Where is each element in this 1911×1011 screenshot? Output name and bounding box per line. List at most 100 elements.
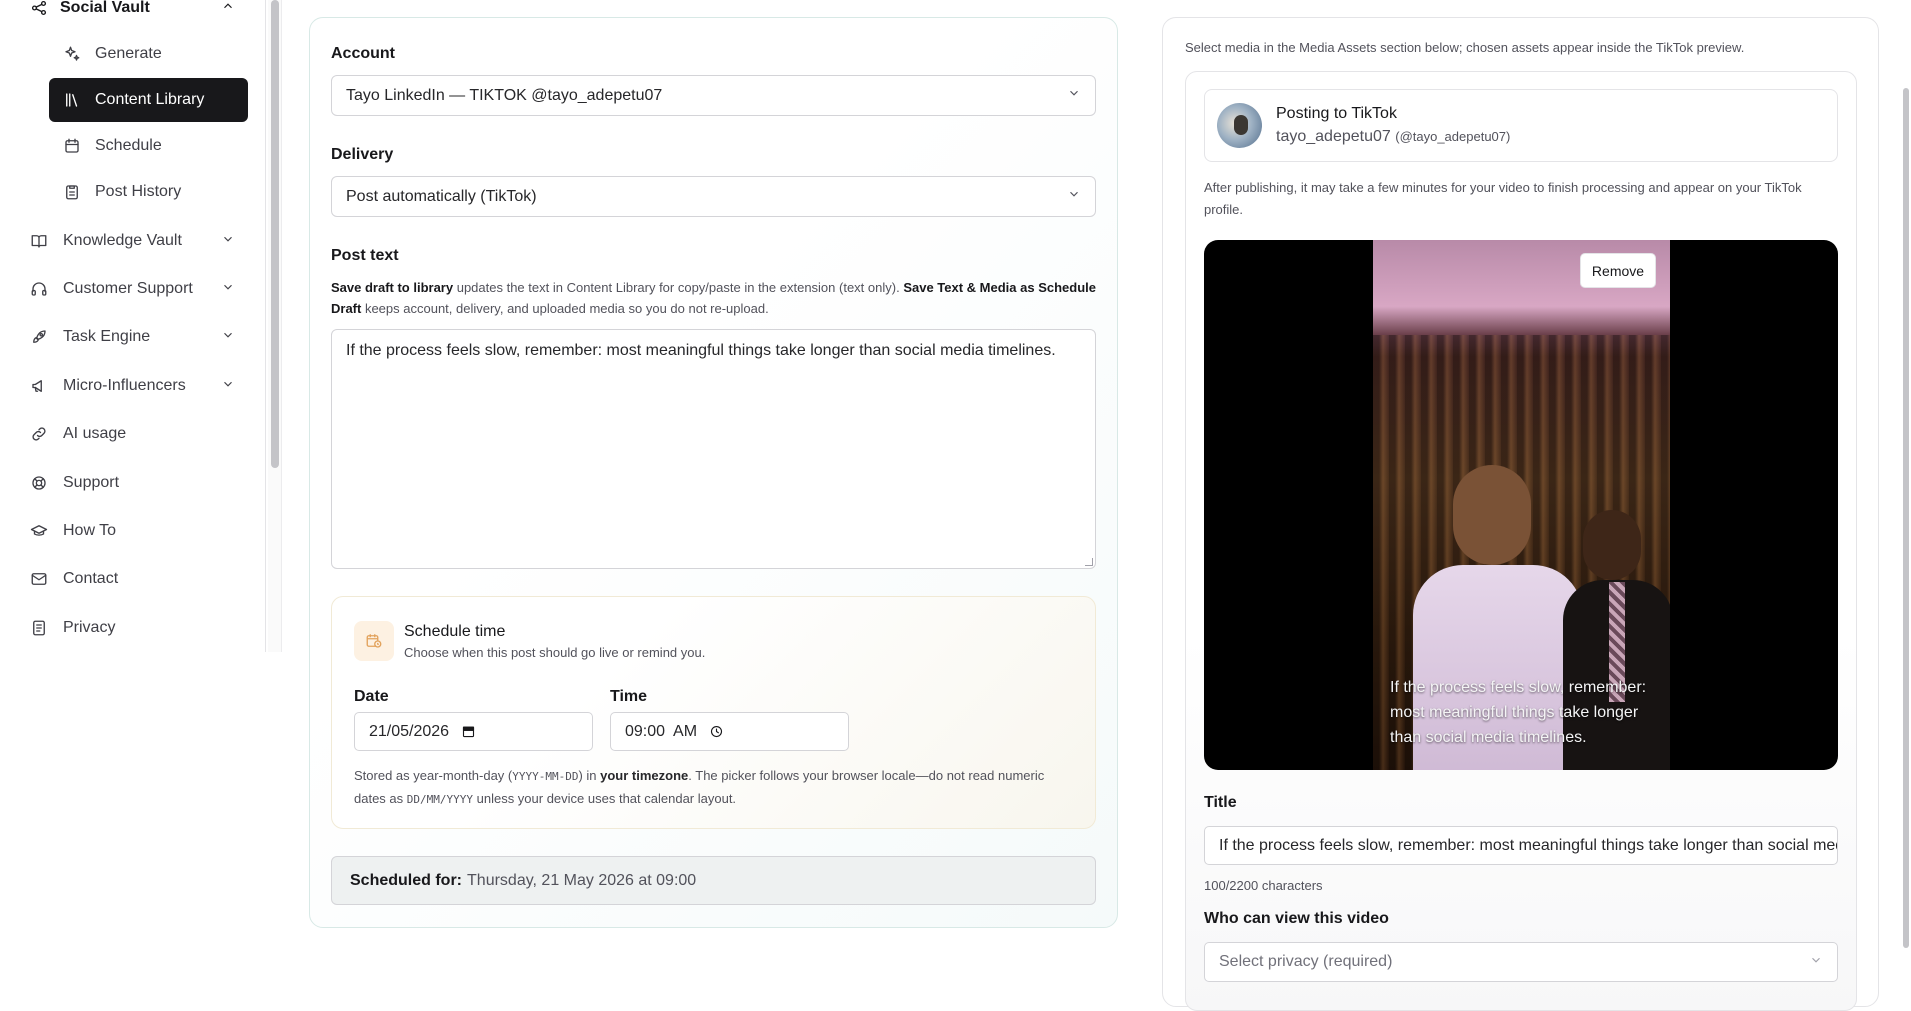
sparkles-icon — [63, 45, 81, 63]
post-text-value: If the process feels slow, remember: mos… — [346, 342, 1056, 359]
account-select-value: Tayo LinkedIn — TIKTOK @tayo_adepetu07 — [346, 86, 663, 104]
tiktok-preview-card: Select media in the Media Assets section… — [1162, 17, 1879, 1011]
time-value: 09:00 AM — [625, 722, 698, 740]
sidebar-item-label: Micro-Influencers — [63, 377, 186, 394]
tiktok-preview-panel: Posting to TikTok tayo_adepetu07 (@tayo_… — [1185, 71, 1857, 1011]
sidebar-item-knowledge-vault[interactable]: Knowledge Vault — [30, 225, 235, 257]
scheduled-for-value: Thursday, 21 May 2026 at 09:00 — [467, 871, 697, 889]
library-icon — [63, 91, 81, 109]
schedule-note-text: Stored as year-month-day ( — [354, 768, 513, 783]
sidebar-item-how-to[interactable]: How To — [30, 515, 235, 547]
schedule-note: Stored as year-month-day (YYYY-MM-DD) in… — [354, 765, 1074, 811]
sidebar-item-support[interactable]: Support — [30, 467, 235, 499]
sidebar-item-label: Privacy — [63, 619, 116, 636]
sidebar-item-customer-support[interactable]: Customer Support — [30, 273, 235, 305]
video-caption: If the process feels slow, remember: mos… — [1390, 679, 1647, 746]
post-text-label: Post text — [331, 247, 399, 264]
calendar-icon[interactable] — [459, 723, 477, 741]
chevron-down-icon — [1809, 953, 1823, 972]
nav-social-vault[interactable]: Social Vault — [30, 0, 235, 24]
schedule-note-format: YYYY-MM-DD — [512, 770, 579, 783]
sidebar-item-post-history[interactable]: Post History — [49, 170, 248, 214]
video-person-head — [1453, 465, 1531, 565]
post-text-help: Save draft to library updates the text i… — [331, 277, 1101, 319]
avatar — [1217, 103, 1262, 148]
title-input-value: If the process feels slow, remember: mos… — [1219, 836, 1837, 854]
sidebar-item-ai-usage[interactable]: AI usage — [30, 418, 235, 450]
date-input[interactable]: 21/05/2026 — [354, 712, 593, 751]
time-input[interactable]: 09:00 AM — [610, 712, 849, 751]
rocket-icon — [30, 328, 48, 346]
privacy-select[interactable]: Select privacy (required) — [1204, 942, 1838, 982]
remove-media-button[interactable]: Remove — [1580, 253, 1656, 288]
publish-note: After publishing, it may take a few minu… — [1204, 180, 1802, 217]
clipboard-icon — [63, 183, 81, 201]
sidebar-item-label: Task Engine — [63, 328, 151, 345]
date-value: 21/05/2026 — [369, 722, 450, 740]
sidebar: Social Vault Generate Content Library Sc… — [0, 0, 266, 652]
sidebar-scroll-thumb[interactable] — [271, 0, 279, 468]
schedule-note-format: DD/MM/YYYY — [406, 793, 473, 806]
sidebar-item-micro-influencers[interactable]: Micro-Influencers — [30, 370, 235, 402]
graduation-cap-icon — [30, 522, 48, 540]
link-icon — [30, 425, 48, 443]
sidebar-item-schedule[interactable]: Schedule — [49, 124, 248, 168]
resize-handle[interactable] — [1085, 558, 1093, 566]
sidebar-item-label: Generate — [95, 45, 162, 62]
chevron-down-icon — [221, 328, 235, 347]
post-form-card: Account Tayo LinkedIn — TIKTOK @tayo_ade… — [309, 17, 1118, 928]
sidebar-item-label: Customer Support — [63, 280, 193, 297]
delivery-label: Delivery — [331, 146, 394, 163]
sidebar-item-label: Post History — [95, 183, 182, 200]
schedule-time-subtitle: Choose when this post should go live or … — [404, 645, 706, 660]
chevron-down-icon — [221, 232, 235, 251]
post-text-textarea[interactable]: If the process feels slow, remember: mos… — [331, 329, 1096, 569]
nav-social-vault-label: Social Vault — [60, 0, 150, 16]
video-person-head — [1583, 510, 1641, 580]
chevron-down-icon — [221, 280, 235, 299]
schedule-note-timezone: your timezone — [600, 768, 689, 783]
sidebar-scrollbar[interactable] — [268, 0, 282, 652]
megaphone-icon — [30, 377, 48, 395]
clock-icon[interactable] — [707, 723, 725, 741]
sidebar-item-generate[interactable]: Generate — [49, 32, 248, 76]
posting-username: tayo_adepetu07 — [1276, 128, 1391, 145]
time-label: Time — [610, 688, 648, 705]
headphones-icon — [30, 280, 48, 298]
sidebar-item-content-library[interactable]: Content Library — [49, 78, 248, 122]
posting-user: tayo_adepetu07 (@tayo_adepetu07) — [1276, 128, 1510, 146]
title-input[interactable]: If the process feels slow, remember: mos… — [1204, 826, 1838, 865]
sidebar-item-label: Contact — [63, 570, 119, 587]
video-preview[interactable]: If the process feels slow, remember: mos… — [1204, 240, 1838, 770]
title-label: Title — [1204, 794, 1237, 811]
sidebar-item-label: How To — [63, 522, 117, 539]
book-icon — [30, 232, 48, 250]
chevron-down-icon — [1067, 187, 1081, 206]
privacy-placeholder: Select privacy (required) — [1219, 953, 1393, 970]
sidebar-item-privacy[interactable]: Privacy — [30, 612, 235, 644]
date-label: Date — [354, 688, 389, 705]
help-text: keeps account, delivery, and uploaded me… — [361, 301, 769, 316]
schedule-note-text: ) in — [578, 768, 601, 783]
scheduled-for-label: Scheduled for: — [350, 871, 463, 889]
posting-handle: (@tayo_adepetu07) — [1395, 129, 1511, 144]
sidebar-item-label: AI usage — [63, 425, 127, 442]
schedule-time-panel: Schedule time Choose when this post shou… — [331, 596, 1096, 829]
page-scrollbar[interactable] — [1903, 88, 1909, 948]
schedule-note-text: unless your device uses that calendar la… — [473, 791, 737, 806]
scheduled-for-banner: Scheduled for: Thursday, 21 May 2026 at … — [331, 856, 1096, 905]
sidebar-item-label: Content Library — [95, 91, 205, 108]
delivery-select[interactable]: Post automatically (TikTok) — [331, 176, 1096, 217]
posting-to-header: Posting to TikTok tayo_adepetu07 (@tayo_… — [1204, 89, 1838, 162]
schedule-time-title: Schedule time — [404, 623, 506, 640]
sidebar-item-contact[interactable]: Contact — [30, 563, 235, 595]
account-select[interactable]: Tayo LinkedIn — TIKTOK @tayo_adepetu07 — [331, 75, 1096, 116]
posting-title: Posting to TikTok — [1276, 105, 1397, 122]
calendar-icon — [63, 137, 81, 155]
chevron-down-icon — [1067, 86, 1081, 105]
chevron-up-icon — [221, 0, 235, 18]
help-bold-save-draft: Save draft to library — [331, 280, 454, 295]
sidebar-item-task-engine[interactable]: Task Engine — [30, 321, 235, 353]
privacy-label: Who can view this video — [1204, 910, 1389, 927]
sidebar-item-label: Schedule — [95, 137, 162, 154]
